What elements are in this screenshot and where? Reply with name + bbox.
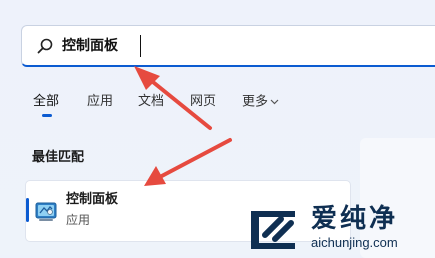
result-app-name: 控制面板 (66, 192, 119, 207)
active-tab-indicator (42, 114, 52, 117)
tab-apps[interactable]: 应用 (87, 92, 113, 112)
tab-all[interactable]: 全部 (33, 92, 59, 112)
tab-more[interactable]: 更多 (242, 92, 279, 113)
result-app-type: 应用 (66, 213, 91, 227)
watermark-url: aichunjing.com (311, 235, 398, 250)
watermark-title: 爱纯净 (311, 204, 399, 234)
section-title-best-match: 最佳匹配 (32, 150, 85, 165)
tab-more-label: 更多 (242, 94, 269, 110)
text-caret (140, 35, 141, 57)
search-input[interactable]: 控制面板 (62, 37, 118, 55)
tab-documents[interactable]: 文档 (138, 92, 164, 112)
search-icon (36, 37, 54, 55)
watermark-logo (245, 205, 305, 253)
search-box[interactable]: 控制面板 (21, 25, 435, 67)
selection-indicator (26, 198, 29, 222)
control-panel-icon (35, 200, 57, 222)
watermark: 爱纯净 aichunjing.com (245, 205, 430, 255)
filter-tabs: 全部 应用 文档 网页 更多 (0, 92, 435, 122)
chevron-down-icon (270, 92, 279, 112)
tab-web[interactable]: 网页 (190, 92, 216, 112)
